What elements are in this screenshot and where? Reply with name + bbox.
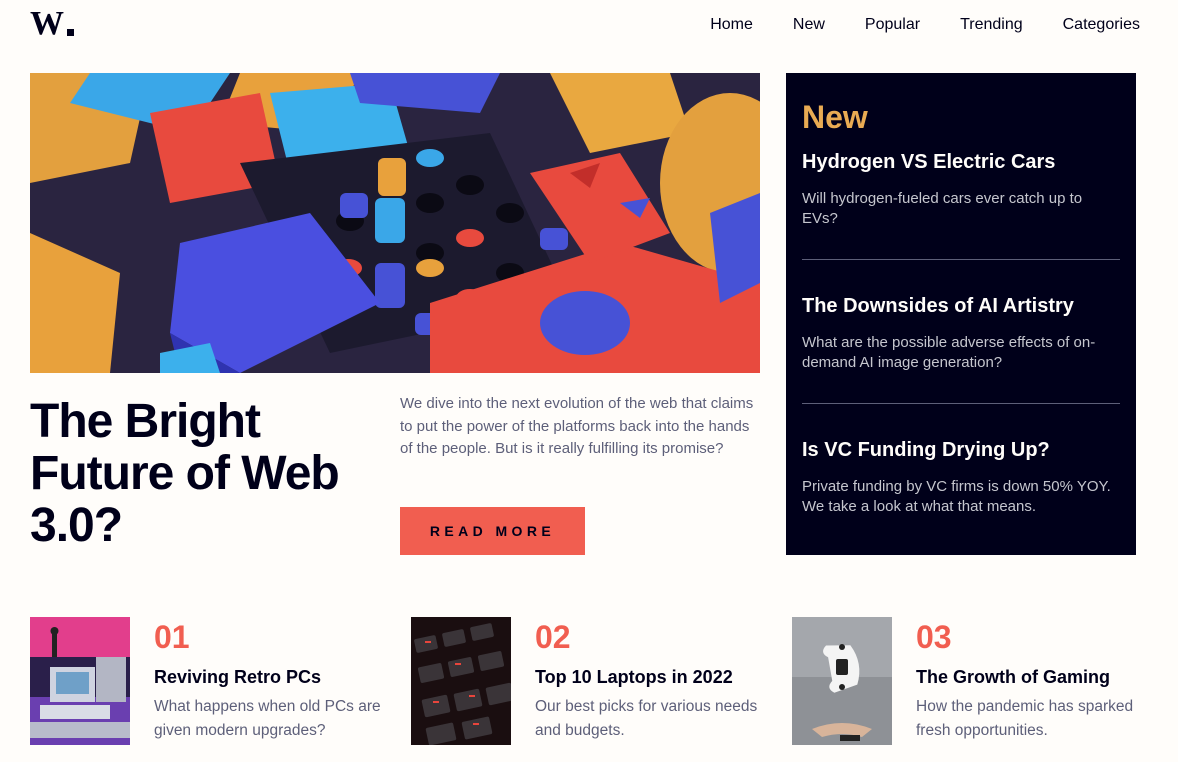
card-title[interactable]: The Growth of Gaming	[916, 666, 1146, 688]
nav-new[interactable]: New	[793, 16, 825, 34]
read-more-button[interactable]: READ MORE	[400, 507, 585, 555]
nav-popular[interactable]: Popular	[865, 16, 920, 34]
new-item: The Downsides of AI Artistry What are th…	[802, 293, 1120, 373]
card-number: 01	[154, 619, 190, 655]
new-item: Hydrogen VS Electric Cars Will hydrogen-…	[802, 149, 1120, 229]
new-panel: New Hydrogen VS Electric Cars Will hydro…	[786, 73, 1136, 555]
article-card: 01 Reviving Retro PCs What happens when …	[30, 617, 411, 745]
card-description: Our best picks for various needs and bud…	[535, 698, 758, 739]
article-card: 02 Top 10 Laptops in 2022 Our best picks…	[411, 617, 792, 745]
hero-description: We dive into the next evolution of the w…	[400, 395, 754, 457]
article-cards: 01 Reviving Retro PCs What happens when …	[30, 617, 1173, 745]
article-card: 03 The Growth of Gaming How the pandemic…	[792, 617, 1173, 745]
hero-title: The Bright Future of Web 3.0?	[30, 395, 340, 552]
nav-trending[interactable]: Trending	[960, 16, 1023, 34]
card-title[interactable]: Reviving Retro PCs	[154, 666, 384, 688]
card-title[interactable]: Top 10 Laptops in 2022	[535, 666, 765, 688]
divider	[802, 259, 1120, 260]
main-nav: Home New Popular Trending Categories	[710, 16, 1140, 34]
svg-text:W: W	[30, 6, 64, 40]
laptops-image	[411, 617, 511, 745]
logo[interactable]: W	[30, 5, 76, 42]
new-item-title[interactable]: Hydrogen VS Electric Cars	[802, 149, 1120, 175]
card-number: 02	[535, 619, 571, 655]
logo-mark: W	[30, 5, 74, 42]
nav-home[interactable]: Home	[710, 16, 753, 34]
new-item-title[interactable]: Is VC Funding Drying Up?	[802, 437, 1120, 463]
nav-categories[interactable]: Categories	[1063, 16, 1140, 34]
hero-image	[30, 73, 760, 373]
new-item: Is VC Funding Drying Up? Private funding…	[802, 437, 1120, 517]
retro-pcs-image	[30, 617, 130, 745]
new-item-description: Private funding by VC firms is down 50% …	[802, 478, 1111, 515]
new-item-description: Will hydrogen-fueled cars ever catch up …	[802, 190, 1083, 227]
card-description: What happens when old PCs are given mode…	[154, 698, 381, 739]
card-number: 03	[916, 619, 952, 655]
new-heading: New	[802, 99, 868, 135]
new-item-description: What are the possible adverse effects of…	[802, 334, 1096, 371]
new-item-title[interactable]: The Downsides of AI Artistry	[802, 293, 1120, 319]
card-description: How the pandemic has sparked fresh oppor…	[916, 698, 1134, 739]
divider	[802, 403, 1120, 404]
gaming-image	[792, 617, 892, 745]
